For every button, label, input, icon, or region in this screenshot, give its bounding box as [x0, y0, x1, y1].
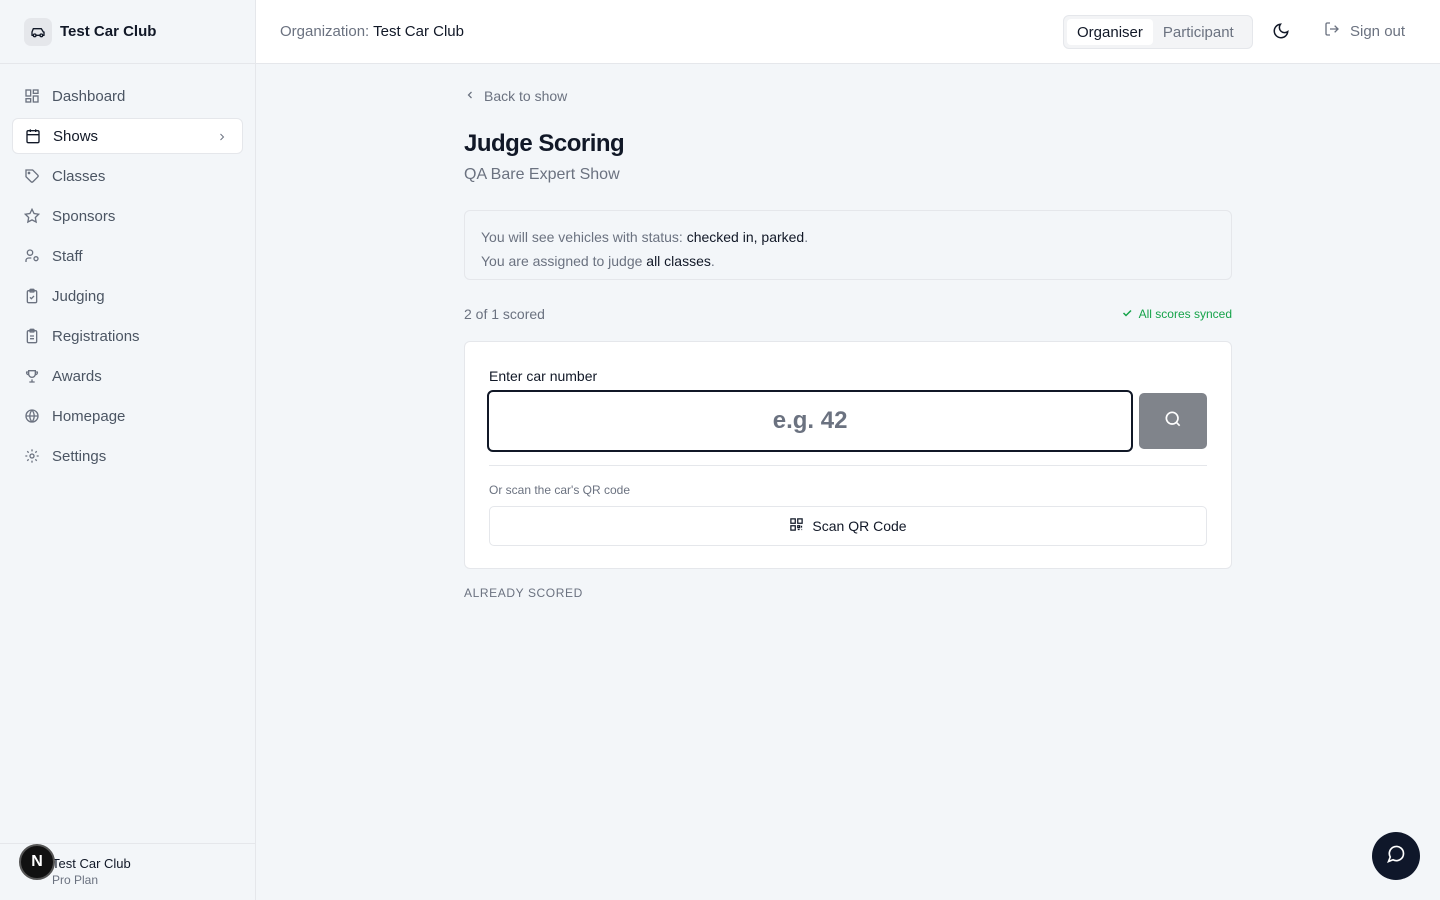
sidebar-item-shows[interactable]: Shows — [12, 118, 243, 154]
car-lookup-card: Enter car number Or scan the car's QR co… — [464, 341, 1232, 569]
footer-plan: Pro Plan — [52, 873, 99, 887]
car-number-input[interactable] — [487, 390, 1134, 452]
sidebar-item-label: Judging — [52, 287, 105, 305]
back-to-show-link[interactable]: Back to show — [464, 88, 1232, 104]
main-content: Back to show Judge Scoring QA Bare Exper… — [464, 64, 1232, 600]
sidebar-item-settings[interactable]: Settings — [12, 438, 243, 474]
sidebar-item-label: Dashboard — [52, 87, 126, 105]
theme-toggle-button[interactable] — [1272, 22, 1290, 45]
search-icon — [1163, 409, 1183, 434]
assignment-info-suffix: . — [710, 253, 715, 269]
sidebar-item-label: Staff — [52, 247, 83, 265]
sync-status: All scores synced — [1121, 307, 1232, 322]
status-info-prefix: You will see vehicles with status: — [481, 229, 683, 245]
role-participant-button[interactable]: Participant — [1153, 19, 1244, 45]
scan-qr-button[interactable]: Scan QR Code — [489, 506, 1207, 546]
sidebar-footer[interactable]: N Test Car Club Pro Plan — [0, 843, 255, 900]
scan-hint: Or scan the car's QR code — [489, 483, 631, 497]
brand-name: Test Car Club — [60, 23, 157, 40]
sidebar-item-label: Shows — [53, 127, 99, 145]
sidebar-item-label: Sponsors — [52, 207, 116, 225]
sidebar-nav: Dashboard Shows Classes Sponsors Staff J… — [0, 64, 255, 474]
footer-org-name: Test Car Club — [52, 856, 131, 871]
chat-bubble-icon — [1386, 844, 1406, 869]
sidebar-item-label: Homepage — [52, 407, 126, 425]
role-toggle: Organiser Participant — [1063, 15, 1253, 49]
status-info-suffix: . — [804, 229, 809, 245]
car-number-label: Enter car number — [489, 368, 598, 384]
role-organiser-button[interactable]: Organiser — [1067, 19, 1153, 45]
sidebar-item-staff[interactable]: Staff — [12, 238, 243, 274]
organization-label: Organization: Test Car Club — [280, 23, 464, 40]
status-info-value: checked in, parked — [686, 229, 805, 245]
sidebar-item-label: Classes — [52, 167, 106, 185]
sidebar-item-registrations[interactable]: Registrations — [12, 318, 243, 354]
sidebar-item-sponsors[interactable]: Sponsors — [12, 198, 243, 234]
divider — [489, 465, 1207, 466]
scoring-status-row: 2 of 1 scored All scores synced — [464, 304, 1232, 324]
chevron-left-icon — [464, 88, 484, 104]
scan-qr-label: Scan QR Code — [812, 518, 907, 534]
qr-code-icon — [789, 517, 812, 535]
page-title: Judge Scoring — [464, 130, 625, 157]
calendar-icon — [25, 128, 41, 144]
brand[interactable]: Test Car Club — [0, 0, 255, 64]
back-label: Back to show — [484, 88, 568, 104]
sidebar: Test Car Club Dashboard Shows Classes Sp… — [0, 0, 256, 900]
sidebar-item-homepage[interactable]: Homepage — [12, 398, 243, 434]
clipboard-icon — [24, 328, 40, 344]
sync-status-label: All scores synced — [1138, 307, 1232, 321]
car-number-row — [487, 390, 1207, 452]
dashboard-icon — [24, 88, 40, 104]
car-icon — [24, 17, 52, 46]
avatar[interactable]: N — [19, 844, 55, 880]
sign-out-icon — [1324, 21, 1350, 41]
star-icon — [24, 208, 40, 224]
organization-name: Test Car Club — [373, 23, 464, 40]
user-icon — [24, 248, 40, 264]
assignment-info-line: You are assigned to judge all classes. — [481, 249, 1215, 273]
judging-info-box: You will see vehicles with status: check… — [464, 210, 1232, 280]
assignment-info-prefix: You are assigned to judge — [481, 253, 643, 269]
status-info-line: You will see vehicles with status: check… — [481, 225, 1215, 249]
gear-icon — [24, 448, 40, 464]
sidebar-item-label: Settings — [52, 447, 107, 465]
search-button[interactable] — [1139, 393, 1207, 449]
trophy-icon — [24, 368, 40, 384]
chat-button[interactable] — [1372, 832, 1420, 880]
chevron-right-icon — [216, 130, 228, 147]
sign-out-button[interactable]: Sign out — [1324, 21, 1405, 41]
sidebar-item-label: Awards — [52, 367, 102, 385]
organization-prefix: Organization: — [280, 23, 370, 40]
sidebar-item-label: Registrations — [52, 327, 140, 345]
clipboard-check-icon — [24, 288, 40, 304]
sign-out-label: Sign out — [1350, 22, 1406, 40]
already-scored-heading: ALREADY SCORED — [464, 586, 583, 600]
sidebar-item-classes[interactable]: Classes — [12, 158, 243, 194]
scored-count: 2 of 1 scored — [464, 306, 545, 322]
globe-icon — [24, 408, 40, 424]
moon-icon — [1272, 23, 1290, 44]
page-subtitle: QA Bare Expert Show — [464, 166, 620, 183]
sidebar-item-dashboard[interactable]: Dashboard — [12, 78, 243, 114]
sidebar-item-awards[interactable]: Awards — [12, 358, 243, 394]
tag-icon — [24, 168, 40, 184]
check-icon — [1121, 307, 1139, 322]
top-header: Organization: Test Car Club Organiser Pa… — [256, 0, 1440, 64]
assignment-info-value: all classes — [646, 253, 711, 269]
sidebar-item-judging[interactable]: Judging — [12, 278, 243, 314]
